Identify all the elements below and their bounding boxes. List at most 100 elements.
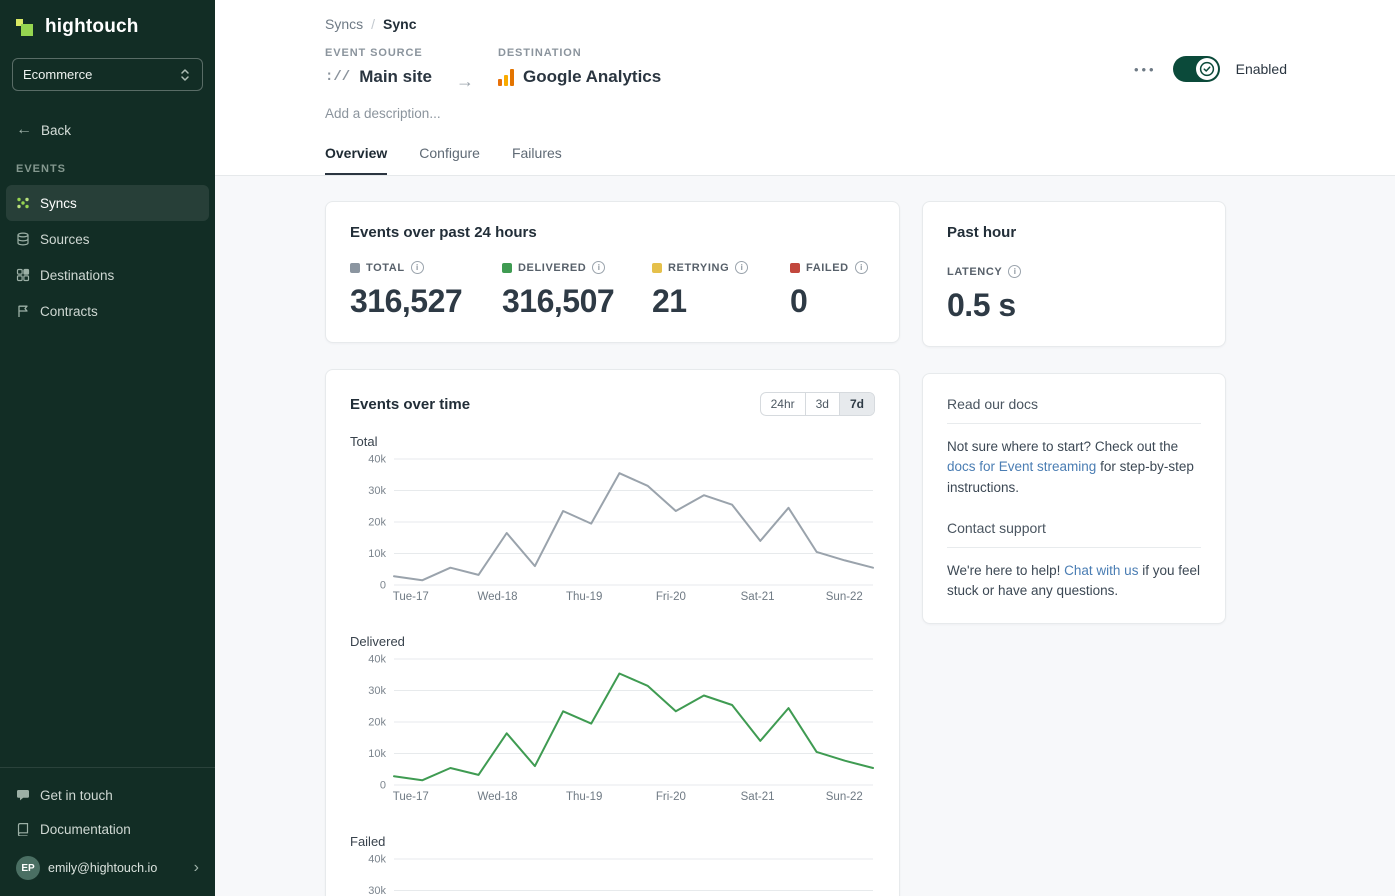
metric-value: 0	[790, 283, 868, 320]
info-icon[interactable]: i	[1008, 265, 1021, 278]
chevron-right-icon: ›	[194, 859, 199, 877]
tab-failures[interactable]: Failures	[512, 145, 562, 175]
metric-failed: FAILED i 0	[790, 261, 868, 320]
event-source-name: Main site	[359, 67, 432, 87]
sidebar-item-label: Sources	[40, 232, 90, 247]
svg-text:30k: 30k	[368, 485, 386, 497]
sidebar-item-destinations[interactable]: Destinations	[6, 257, 209, 293]
divider	[947, 547, 1201, 548]
sidebar: hightouch Ecommerce ← Back EVENTS	[0, 0, 215, 896]
destination-name-row[interactable]: Google Analytics	[498, 67, 661, 87]
sidebar-item-label: Get in touch	[40, 788, 113, 803]
more-options-button[interactable]: •••	[1134, 62, 1157, 77]
svg-text:20k: 20k	[368, 717, 386, 729]
sidebar-item-label: Contracts	[40, 304, 98, 319]
docs-text: Not sure where to start? Check out the d…	[947, 437, 1201, 498]
book-icon	[16, 822, 30, 836]
grid-icon	[16, 268, 30, 282]
events-over-time-title: Events over time	[350, 396, 470, 413]
svg-text:40k: 40k	[368, 454, 386, 466]
total-chart: 40k30k20k10k0Tue-17Wed-18Thu-19Fri-20Sat…	[350, 453, 875, 616]
total-chart-label: Total	[350, 434, 875, 449]
description-placeholder[interactable]: Add a description...	[325, 106, 1287, 121]
event-source-name-row[interactable]: :// Main site	[325, 67, 432, 87]
svg-text:Wed-18: Wed-18	[477, 791, 517, 803]
latency-metric: LATENCY i 0.5 s	[947, 265, 1097, 324]
back-button[interactable]: ← Back	[0, 121, 215, 139]
metric-value: 316,507	[502, 283, 652, 320]
svg-text:Tue-17: Tue-17	[393, 591, 429, 603]
info-icon[interactable]: i	[855, 261, 868, 274]
sidebar-item-get-in-touch[interactable]: Get in touch	[6, 778, 209, 812]
delivered-color-swatch	[502, 263, 512, 273]
hightouch-logo-icon	[16, 17, 36, 37]
svg-text:Tue-17: Tue-17	[393, 791, 429, 803]
destination-label: DESTINATION	[498, 47, 661, 59]
support-text: We're here to help! Chat with us if you …	[947, 561, 1201, 602]
toggle-label: Enabled	[1236, 61, 1287, 77]
destination-name: Google Analytics	[523, 67, 661, 87]
flag-icon	[16, 304, 30, 318]
main-content: Events over past 24 hours TOTAL i 316,52…	[215, 176, 1395, 896]
arrow-right-icon: →	[456, 71, 474, 92]
metric-label: DELIVERED	[518, 262, 586, 274]
chat-with-us-link[interactable]: Chat with us	[1064, 563, 1138, 578]
docs-link[interactable]: docs for Event streaming	[947, 459, 1096, 474]
tab-configure[interactable]: Configure	[419, 145, 480, 175]
sidebar-nav: Syncs Sources Destinations	[0, 185, 215, 329]
latency-label: LATENCY	[947, 266, 1002, 278]
sidebar-footer: Get in touch Documentation EP emily@high…	[0, 767, 215, 896]
sidebar-item-documentation[interactable]: Documentation	[6, 812, 209, 846]
page-header: Syncs / Sync EVENT SOURCE :// Main site …	[215, 0, 1395, 176]
range-3d-button[interactable]: 3d	[805, 393, 839, 415]
range-7d-button[interactable]: 7d	[839, 393, 874, 415]
svg-text:Thu-19: Thu-19	[566, 591, 602, 603]
breadcrumb: Syncs / Sync	[325, 16, 1287, 32]
sidebar-item-label: Destinations	[40, 268, 114, 283]
svg-text:0: 0	[380, 780, 386, 792]
info-icon[interactable]: i	[735, 261, 748, 274]
svg-text:10k: 10k	[368, 748, 386, 760]
info-icon[interactable]: i	[592, 261, 605, 274]
main: Syncs / Sync EVENT SOURCE :// Main site …	[215, 0, 1395, 896]
delivered-chart: 40k30k20k10k0Tue-17Wed-18Thu-19Fri-20Sat…	[350, 653, 875, 816]
tab-bar: Overview Configure Failures	[325, 145, 1287, 175]
chat-bubble-icon	[16, 788, 30, 802]
event-source-label: EVENT SOURCE	[325, 47, 432, 59]
user-menu[interactable]: EP emily@hightouch.io ›	[6, 848, 209, 888]
metric-label: TOTAL	[366, 262, 405, 274]
metric-label: RETRYING	[668, 262, 729, 274]
past-hour-card: Past hour LATENCY i 0.5 s	[922, 201, 1226, 347]
events-section-label: EVENTS	[0, 139, 215, 185]
enabled-toggle[interactable]	[1173, 56, 1220, 82]
logo-text: hightouch	[45, 16, 139, 38]
sidebar-item-sources[interactable]: Sources	[6, 221, 209, 257]
metric-delivered: DELIVERED i 316,507	[502, 261, 652, 320]
docs-block: Read our docs Not sure where to start? C…	[947, 396, 1201, 498]
sidebar-item-contracts[interactable]: Contracts	[6, 293, 209, 329]
breadcrumb-current: Sync	[383, 16, 416, 32]
range-24hr-button[interactable]: 24hr	[761, 393, 805, 415]
workspace-name: Ecommerce	[23, 67, 92, 82]
svg-text:0: 0	[380, 580, 386, 592]
total-chart-section: Total 40k30k20k10k0Tue-17Wed-18Thu-19Fri…	[350, 434, 875, 616]
breadcrumb-syncs-link[interactable]: Syncs	[325, 16, 363, 32]
docs-title: Read our docs	[947, 396, 1201, 412]
info-icon[interactable]: i	[411, 261, 424, 274]
docs-text-before: Not sure where to start? Check out the	[947, 439, 1178, 454]
svg-text:40k: 40k	[368, 654, 386, 666]
retrying-color-swatch	[652, 263, 662, 273]
breadcrumb-separator: /	[371, 16, 375, 32]
sidebar-item-syncs[interactable]: Syncs	[6, 185, 209, 221]
syncs-dots-icon	[16, 196, 30, 210]
support-block: Contact support We're here to help! Chat…	[947, 520, 1201, 602]
svg-text:40k: 40k	[368, 854, 386, 866]
support-title: Contact support	[947, 520, 1201, 536]
tab-overview[interactable]: Overview	[325, 145, 387, 175]
user-email: emily@hightouch.io	[48, 861, 186, 875]
events-24h-title: Events over past 24 hours	[350, 224, 875, 241]
help-card: Read our docs Not sure where to start? C…	[922, 373, 1226, 624]
back-label: Back	[41, 123, 71, 138]
time-range-selector: 24hr 3d 7d	[760, 392, 875, 416]
workspace-selector[interactable]: Ecommerce	[12, 58, 203, 91]
